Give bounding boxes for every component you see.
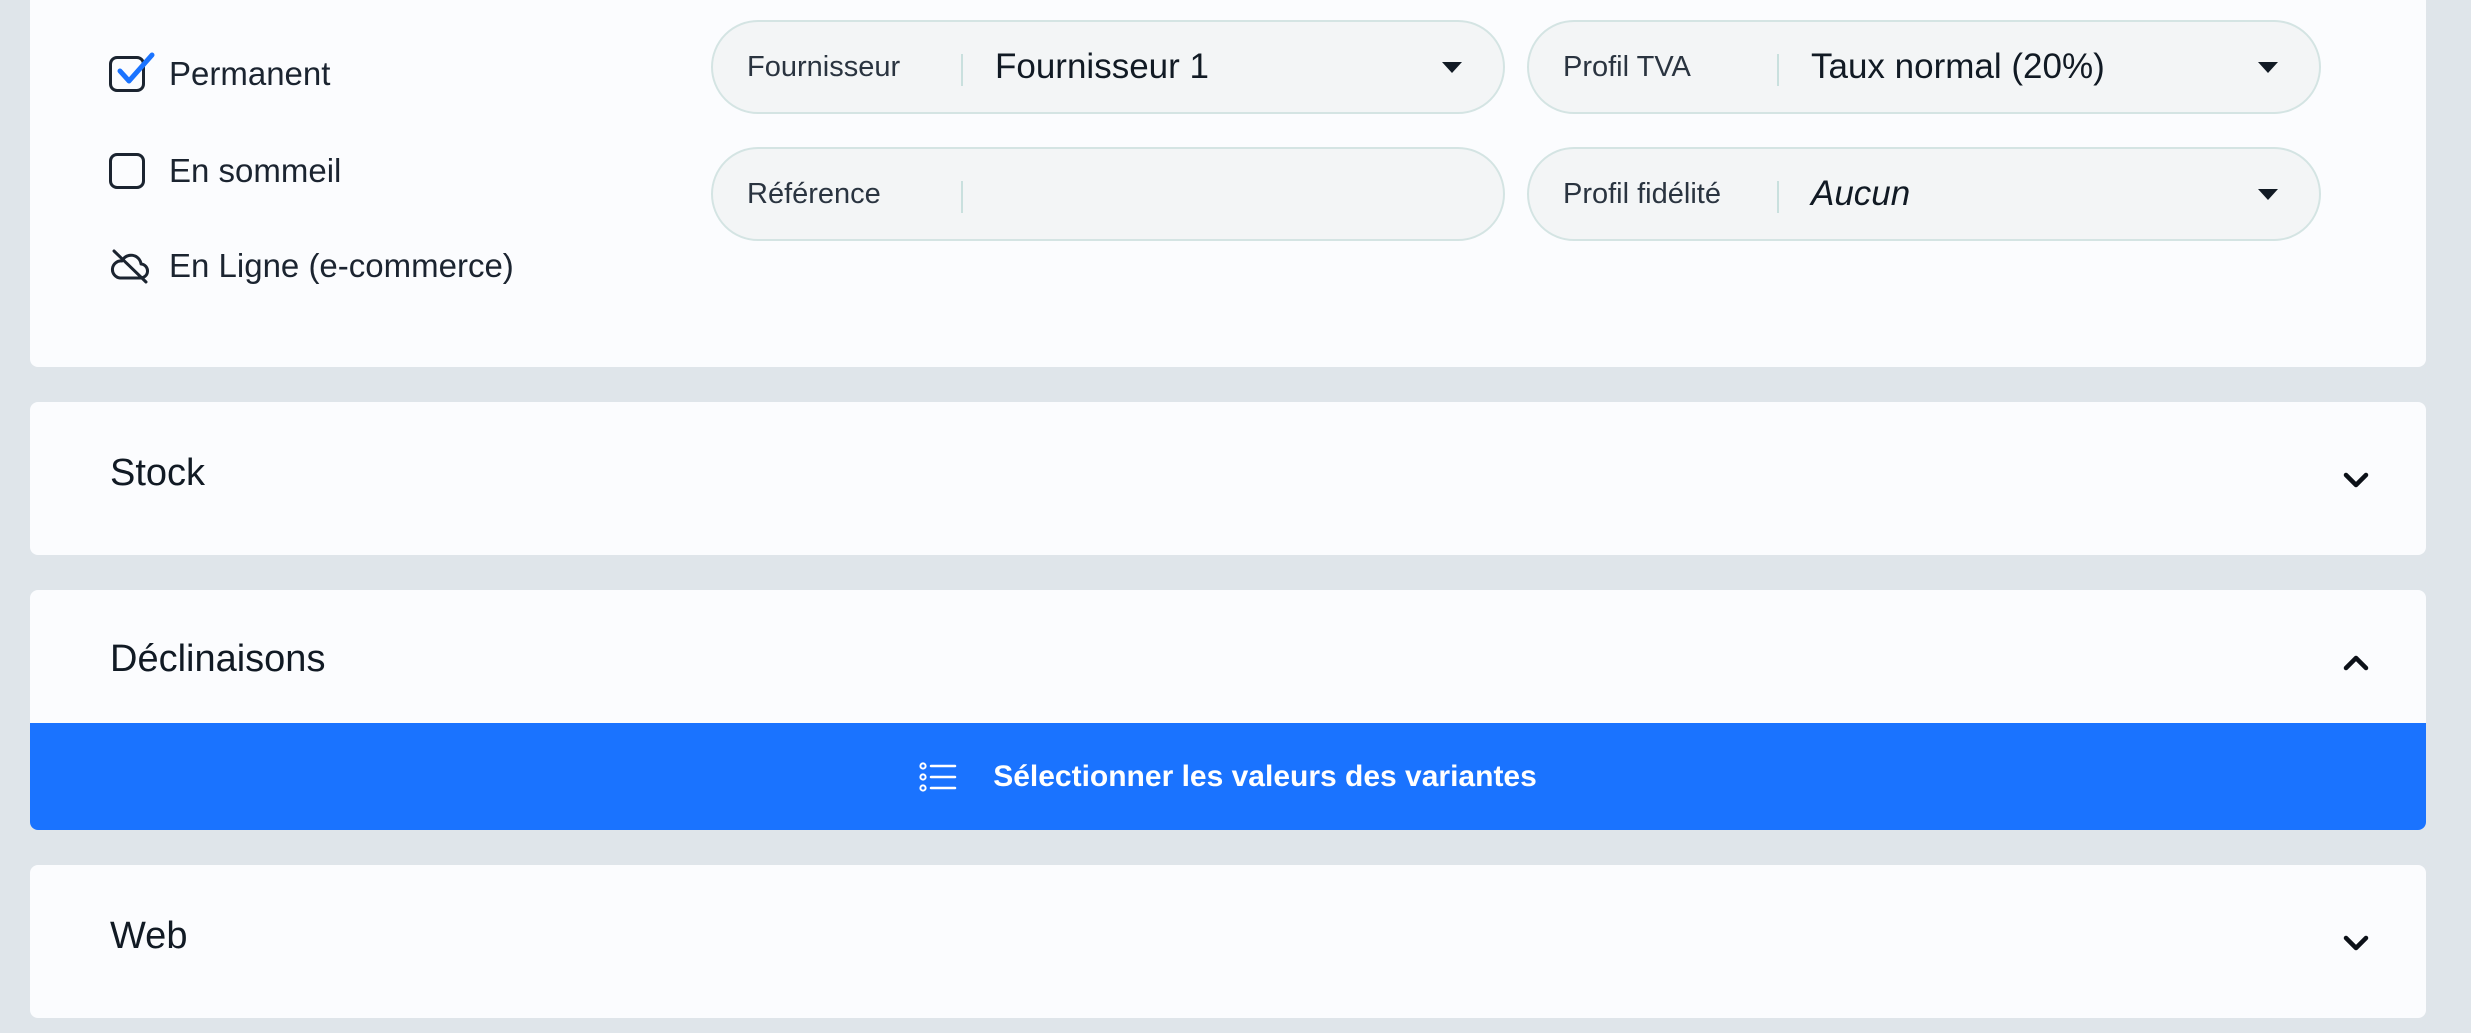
permanent-label: Permanent [169, 55, 331, 92]
permanent-option[interactable]: Permanent [109, 52, 331, 93]
vat-profile-label: Profil TVA [1529, 22, 1779, 112]
chevron-up-icon[interactable] [2343, 653, 2369, 673]
sleeping-label: En sommeil [169, 152, 342, 189]
supplier-value: Fournisseur 1 [995, 47, 1209, 86]
check-icon [117, 52, 155, 84]
online-label: En Ligne (e-commerce) [169, 247, 514, 284]
web-section-title: Web [110, 915, 188, 957]
select-variant-values-button[interactable]: Sélectionner les valeurs des variantes [30, 723, 2426, 830]
online-option[interactable]: En Ligne (e-commerce) [109, 247, 514, 285]
sleeping-option[interactable]: En sommeil [109, 152, 341, 190]
caret-down-icon [2258, 188, 2278, 200]
stock-section-title: Stock [110, 452, 206, 494]
reference-label: Référence [713, 149, 963, 239]
caret-down-icon [2258, 61, 2278, 73]
loyalty-profile-value: Aucun [1811, 174, 1911, 213]
chevron-down-icon[interactable] [2343, 470, 2369, 490]
declinations-section-title: Déclinaisons [110, 638, 326, 680]
vat-profile-value: Taux normal (20%) [1811, 47, 2105, 86]
reference-input[interactable]: Référence [711, 147, 1505, 241]
stock-section[interactable]: Stock [30, 402, 2426, 555]
declinations-section: Déclinaisons Sélectionner les valeurs de… [30, 590, 2426, 830]
supplier-label: Fournisseur [713, 22, 963, 112]
select-variant-values-label: Sélectionner les valeurs des variantes [993, 759, 1537, 793]
chevron-down-icon[interactable] [2343, 933, 2369, 953]
web-section[interactable]: Web [30, 865, 2426, 1018]
product-options-card: Permanent En sommeil En Ligne (e-commerc… [30, 0, 2426, 367]
caret-down-icon [1442, 61, 1462, 73]
cloud-off-icon [111, 249, 149, 284]
loyalty-profile-select[interactable]: Profil fidélité Aucun [1527, 147, 2321, 241]
supplier-select[interactable]: Fournisseur Fournisseur 1 [711, 20, 1505, 114]
list-icon [919, 761, 957, 792]
sleeping-checkbox[interactable] [109, 153, 145, 189]
loyalty-profile-label: Profil fidélité [1529, 149, 1779, 239]
permanent-checkbox[interactable] [109, 52, 155, 92]
vat-profile-select[interactable]: Profil TVA Taux normal (20%) [1527, 20, 2321, 114]
